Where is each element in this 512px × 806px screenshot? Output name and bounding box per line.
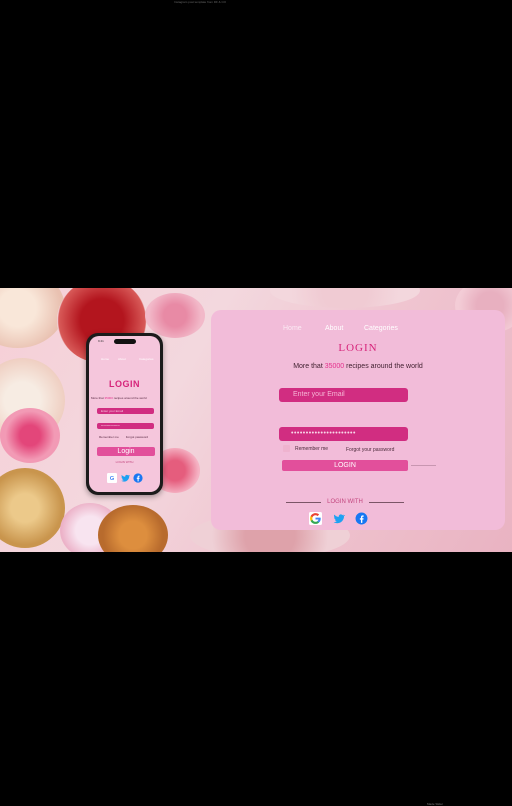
tagline-suffix: recipes around the world [344,363,423,370]
logo-title: LOGIN [338,342,378,354]
twitter-icon[interactable] [120,470,131,482]
password-input[interactable]: •••••••••••••••••••••• [279,427,408,441]
twitter-icon[interactable] [332,512,346,525]
phone-social-icons: G [107,470,143,483]
phone-nav-categories[interactable]: Categories [139,357,154,361]
login-card: Home About Categories LOGIN More that 35… [211,310,505,530]
divider-left [286,501,322,503]
phone-forgot-link[interactable]: Forgot password [126,435,148,439]
forgot-password-link[interactable]: Forgot your password [346,447,394,453]
login-with-label: LOGIN WITH [327,499,363,505]
phone-subtitle: More that 35000 recipes around the world [91,396,160,400]
tagline: More that 35000 recipes around the world [211,363,505,370]
remember-me[interactable]: Remember me [283,445,328,452]
phone-password-input[interactable]: **************** [97,423,154,429]
phone-email-input[interactable]: Enter your Email [97,408,154,414]
phone-login-with: LOGIN WITH [115,460,134,464]
google-icon[interactable] [309,512,322,525]
login-button[interactable]: LOGIN [282,460,408,471]
social-icons [309,512,368,525]
phone-notch [114,339,136,344]
tagline-prefix: More that [293,363,325,370]
phone-remember-row: Remember me Forgot password [99,435,148,439]
phone-subtitle-suffix: recipes around the world [112,396,147,400]
top-caption: Instagram post template from DF & CO [174,0,227,4]
phone-remember-label[interactable]: Remember me [99,435,119,439]
google-icon[interactable]: G [107,470,117,483]
phone-mockup: 9:41 Home About Categories LOGIN More th… [86,333,163,495]
phone-status-time: 9:41 [98,339,104,343]
remember-checkbox[interactable] [283,445,290,452]
nav-home[interactable]: Home [283,325,302,332]
login-with-row: LOGIN WITH [286,499,405,505]
facebook-icon[interactable] [355,512,368,525]
phone-title: LOGIN [109,379,140,389]
svg-text:G: G [110,476,115,482]
email-input[interactable]: Enter your Email [279,388,408,402]
tagline-number: 35000 [324,363,345,370]
phone-nav-about[interactable]: About [118,357,126,361]
facebook-icon[interactable] [133,470,143,483]
divider-right [368,501,405,503]
bottom-caption: Made Slider [427,802,444,806]
divider-line [411,465,436,466]
phone-screen: 9:41 Home About Categories LOGIN More th… [89,336,160,492]
phone-nav-home[interactable]: Home [101,357,109,361]
phone-subtitle-number: 35000 [104,396,113,400]
nav-categories[interactable]: Categories [364,325,398,332]
nav-about[interactable]: About [325,325,343,332]
phone-subtitle-prefix: More that [91,396,105,400]
remember-label: Remember me [295,445,329,452]
phone-login-button[interactable]: Login [97,447,155,456]
